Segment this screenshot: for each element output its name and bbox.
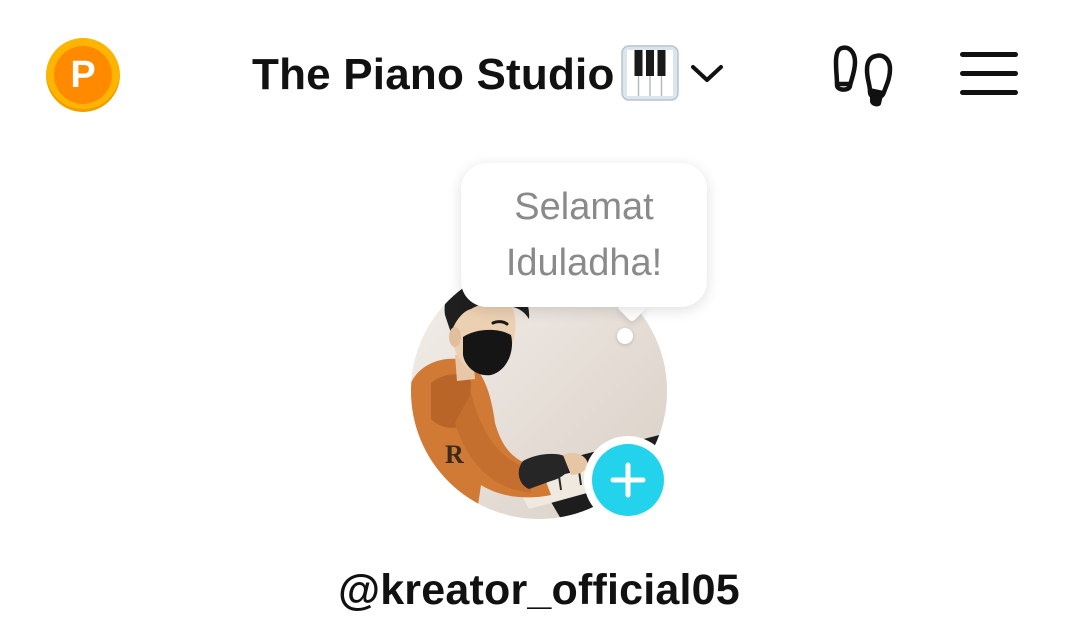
hamburger-menu-icon[interactable] bbox=[958, 50, 1020, 98]
profile-screen: P The Piano Studio R Selamat Iduladha! @… bbox=[0, 0, 1078, 634]
plus-icon bbox=[610, 462, 646, 498]
add-story-button[interactable] bbox=[584, 436, 672, 524]
chevron-down-icon bbox=[689, 61, 725, 90]
svg-text:R: R bbox=[445, 440, 464, 469]
points-coin-icon[interactable]: P bbox=[46, 38, 120, 112]
status-text: Selamat Iduladha! bbox=[505, 186, 663, 284]
account-switcher[interactable]: The Piano Studio bbox=[252, 44, 725, 106]
footprints-icon[interactable] bbox=[832, 42, 896, 108]
points-letter: P bbox=[54, 46, 112, 104]
piano-keys-icon bbox=[620, 44, 679, 106]
status-bubble[interactable]: Selamat Iduladha! bbox=[461, 163, 707, 307]
username: @kreator_official05 bbox=[338, 566, 740, 614]
page-title: The Piano Studio bbox=[252, 50, 615, 99]
bubble-dot bbox=[617, 328, 633, 344]
